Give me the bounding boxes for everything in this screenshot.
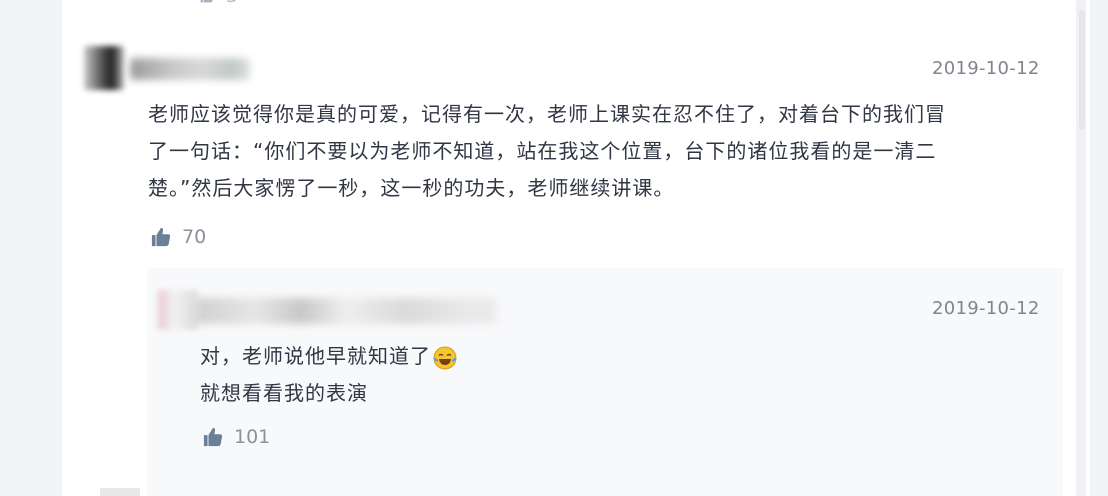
reply-text: 对，老师说他早就知道了 就想看看我的表演	[200, 338, 800, 412]
scrollbar[interactable]	[1076, 0, 1086, 496]
avatar[interactable]	[84, 46, 124, 90]
comment-date: 2019-10-12	[932, 58, 1040, 79]
crying-laughing-emoji-icon	[433, 346, 457, 369]
like-count: 101	[234, 426, 271, 448]
comment-line: 老师应该觉得你是真的可爱，记得有一次，老师上课实在忍不住了，对着台下的我们冒	[148, 102, 946, 126]
previous-comment-like[interactable]: 5	[198, 0, 238, 7]
reply-like-button[interactable]: 101	[202, 426, 270, 448]
reply-line: 就想看看我的表演	[200, 381, 368, 405]
thumbs-up-icon	[200, 0, 213, 3]
reply-username[interactable]	[196, 298, 496, 324]
comment-line: 了一句话：“你们不要以为老师不知道，站在我这个位置，台下的诸位我看的是一清二	[148, 139, 937, 163]
reply-line: 对，老师说他早就知道了	[200, 338, 800, 375]
reply-date: 2019-10-12	[932, 298, 1040, 319]
like-button[interactable]: 70	[150, 226, 206, 248]
like-count: 5	[226, 0, 238, 7]
reply-line-text: 对，老师说他早就知道了	[200, 344, 431, 368]
reply-avatar[interactable]	[158, 290, 198, 330]
comment-line: 楚。”然后大家愣了一秒，这一秒的功夫，老师继续讲课。	[148, 176, 675, 200]
next-comment-avatar-partial	[100, 488, 140, 496]
comment-text: 老师应该觉得你是真的可爱，记得有一次，老师上课实在忍不住了，对着台下的我们冒 了…	[148, 96, 1068, 207]
like-count: 70	[182, 226, 207, 248]
scrollbar-thumb[interactable]	[1079, 10, 1085, 130]
thumbs-up-icon	[151, 227, 171, 247]
thumbs-up-icon	[203, 427, 223, 447]
username[interactable]	[130, 58, 250, 80]
